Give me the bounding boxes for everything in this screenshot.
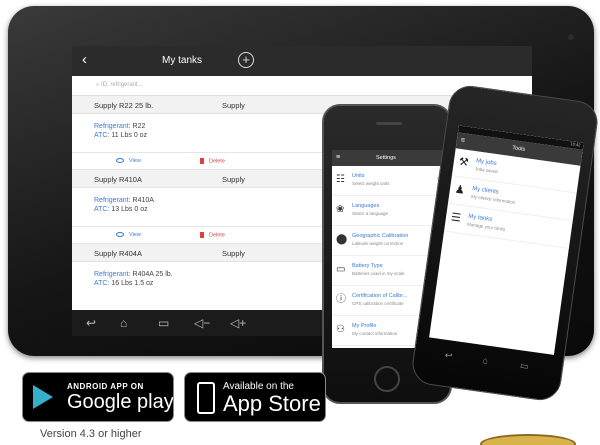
item-label: Battery Type (352, 263, 383, 269)
settings-app-bar: ≡ Settings (332, 150, 444, 166)
refrigerant-label: Refrigerant: (94, 197, 131, 204)
home-icon[interactable]: ⌂ (120, 316, 127, 330)
item-label: Geographic Calibration (352, 233, 409, 239)
tank-type: Supply (222, 175, 245, 184)
info-icon: ⓘ (336, 294, 346, 305)
list-icon: ☰ (450, 211, 462, 225)
refrigerant-label: Refrigerant: (94, 123, 131, 130)
tablet-app-bar: ‹ My tanks + (72, 46, 532, 76)
google-play-badge[interactable]: ANDROID APP ON Google play (22, 372, 174, 422)
atc-value: 11 Lbs 0 oz (111, 132, 148, 139)
page-title: My tanks (162, 55, 203, 66)
tank-name: Supply R404A (94, 249, 142, 258)
home-button[interactable] (374, 366, 400, 392)
item-label: My Profile (352, 323, 377, 329)
tools-title: Tools (511, 145, 526, 153)
corner-seal (480, 434, 576, 445)
version-note: Version 4.3 or higher (40, 428, 142, 440)
settings-title: Settings (376, 155, 396, 161)
item-label: Languages (352, 203, 380, 209)
battery-icon: ▭ (336, 264, 346, 275)
people-icon: ♟ (454, 183, 466, 197)
trash-icon (200, 158, 204, 164)
item-sub: Manage your tanks (466, 221, 506, 232)
home-icon[interactable]: ⌂ (482, 355, 489, 366)
speaker-grille (376, 122, 402, 125)
tank-name: Supply R22 25 lb. (94, 101, 154, 110)
promo-canvas: ‹ My tanks + ⌕ ID, refrigerant... Supply… (0, 0, 600, 445)
settings-item-languages[interactable]: ❀ Languages Select a language (332, 196, 444, 226)
atc-value: 16 Lbs 1.5 oz (111, 280, 154, 287)
menu-icon[interactable]: ≡ (336, 154, 340, 161)
settings-item-units[interactable]: ☷ Units Select weight units Lb (332, 166, 444, 196)
delete-button[interactable]: Delete (200, 158, 225, 164)
eye-icon (116, 232, 124, 238)
eye-icon (116, 158, 124, 164)
atc-value: 13 Lbs 0 oz (111, 206, 148, 213)
tank-type: Supply (222, 249, 245, 258)
item-label: Certification of Calibr... (352, 293, 408, 299)
android-screen: 10:42 ≡ Tools ⚒ My jobs Jobs saved ♟ My … (429, 125, 584, 355)
recent-apps-icon[interactable]: ▭ (519, 360, 529, 372)
add-circle-icon[interactable]: + (238, 52, 254, 68)
item-sub: My contact information (352, 331, 398, 336)
item-sub: CPS calibration certificate (352, 301, 404, 306)
refrigerant-value: R22 (132, 123, 146, 130)
item-label: Units (352, 173, 365, 179)
view-label: View (129, 158, 141, 164)
camera-dot (568, 34, 574, 40)
delete-label: Delete (209, 232, 225, 239)
tank-type: Supply (222, 101, 245, 110)
google-play-icon (33, 385, 53, 409)
item-sub: Jobs saved (474, 166, 498, 175)
item-sub: Latitude weight correction (352, 241, 404, 246)
sliders-icon: ☷ (336, 174, 345, 185)
view-button[interactable]: View (116, 232, 141, 238)
menu-icon[interactable]: ≡ (460, 137, 465, 145)
refrigerant-value: R404A 25 lb. (132, 271, 173, 278)
refrigerant-label: Refrigerant: (94, 271, 131, 278)
search-icon: ⌕ (96, 82, 100, 88)
status-time: 10:42 (570, 141, 581, 148)
item-sub: Select weight units (352, 181, 390, 186)
item-sub: Batteries used in my scale (352, 271, 405, 276)
apple-badge-big: App Store (223, 391, 321, 416)
view-label: View (129, 232, 141, 238)
delete-label: Delete (209, 158, 225, 165)
delete-button[interactable]: Delete (200, 232, 225, 238)
recent-apps-icon[interactable]: ▭ (158, 316, 169, 330)
globe-icon: ❀ (336, 204, 345, 215)
item-sub: Select a language (352, 211, 389, 216)
trash-icon (200, 232, 204, 238)
search-placeholder: ID, refrigerant... (101, 82, 143, 88)
volume-up-icon[interactable]: ◁+ (230, 316, 246, 330)
item-sub: My clients' information (470, 193, 516, 205)
back-arrow-icon[interactable]: ↩ (444, 350, 453, 362)
user-icon: ⚇ (336, 324, 345, 335)
tank-name: Supply R410A (94, 175, 142, 184)
google-badge-small: ANDROID APP ON (67, 382, 144, 391)
wrench-icon: ⚒ (458, 155, 470, 170)
app-store-badge[interactable]: Available on the App Store (184, 372, 326, 422)
atc-label: ATC: (94, 280, 110, 287)
back-chevron-icon[interactable]: ‹ (82, 51, 87, 69)
location-icon: ⬤ (336, 234, 348, 245)
back-arrow-icon[interactable]: ↩ (86, 316, 96, 330)
atc-label: ATC: (94, 206, 110, 213)
view-button[interactable]: View (116, 158, 141, 164)
refrigerant-value: R410A (132, 197, 154, 204)
atc-label: ATC: (94, 132, 110, 139)
phone-icon (197, 382, 215, 414)
volume-down-icon[interactable]: ◁− (194, 316, 210, 330)
google-badge-big: Google play (67, 391, 174, 413)
